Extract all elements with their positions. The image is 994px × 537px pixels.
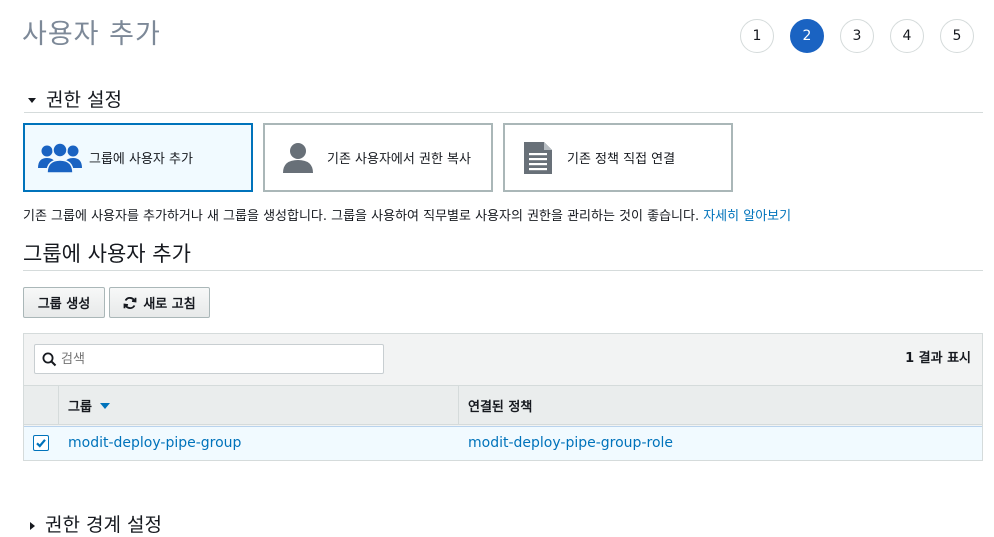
option-label: 기존 사용자에서 권한 복사: [327, 152, 471, 167]
option-attach-policies[interactable]: 기존 정책 직접 연결: [503, 123, 733, 192]
column-group-label: 그룹: [68, 399, 92, 415]
column-header-policy[interactable]: 연결된 정책: [468, 385, 532, 425]
caret-down-icon: [28, 97, 36, 103]
user-icon: [283, 142, 313, 174]
option-copy-permissions[interactable]: 기존 사용자에서 권한 복사: [263, 123, 493, 192]
attached-policy-link[interactable]: modit-deploy-pipe-group-role: [468, 426, 673, 460]
search-box[interactable]: [34, 344, 384, 374]
column-divider: [58, 385, 59, 425]
step-2-current[interactable]: 2: [790, 19, 824, 53]
create-group-button[interactable]: 그룹 생성: [23, 287, 105, 318]
column-header-group[interactable]: 그룹: [68, 385, 110, 425]
step-1[interactable]: 1: [740, 19, 774, 53]
sort-descending-icon: [99, 403, 110, 409]
option-add-to-group[interactable]: 그룹에 사용자 추가: [23, 123, 253, 192]
refresh-button[interactable]: 새로 고침: [109, 287, 210, 318]
search-icon: [42, 352, 57, 367]
step-3[interactable]: 3: [840, 19, 874, 53]
boundary-section-header[interactable]: 권한 경계 설정: [24, 510, 162, 537]
row-checkbox[interactable]: [33, 435, 49, 451]
document-icon: [523, 141, 553, 175]
page-title: 사용자 추가: [22, 19, 161, 50]
result-count: 1 결과 표시: [905, 351, 971, 366]
option-label: 그룹에 사용자 추가: [89, 152, 193, 167]
step-5[interactable]: 5: [940, 19, 974, 53]
learn-more-link[interactable]: 자세히 알아보기: [703, 209, 791, 224]
step-4[interactable]: 4: [890, 19, 924, 53]
group-section-title: 그룹에 사용자 추가: [23, 238, 983, 271]
column-policy-label: 연결된 정책: [468, 399, 533, 415]
permissions-description: 기존 그룹에 사용자를 추가하거나 새 그룹을 생성합니다. 그룹을 사용하여 …: [23, 205, 791, 224]
column-divider: [458, 385, 459, 425]
permissions-section-title: 권한 설정: [46, 88, 122, 111]
create-group-label: 그룹 생성: [37, 297, 91, 312]
group-name-link[interactable]: modit-deploy-pipe-group: [68, 426, 241, 460]
boundary-section-title: 권한 경계 설정: [45, 514, 162, 536]
permissions-section-header[interactable]: 권한 설정: [24, 84, 983, 113]
description-text: 기존 그룹에 사용자를 추가하거나 새 그룹을 생성합니다. 그룹을 사용하여 …: [23, 209, 700, 224]
option-label: 기존 정책 직접 연결: [567, 152, 676, 167]
refresh-icon: [123, 296, 137, 310]
refresh-label: 새로 고침: [143, 297, 196, 312]
checkmark-icon: [36, 439, 46, 448]
users-group-icon: [37, 141, 83, 175]
caret-right-icon: [30, 521, 35, 530]
wizard-steps: 1 2 3 4 5: [740, 19, 974, 53]
search-input[interactable]: [61, 351, 361, 367]
